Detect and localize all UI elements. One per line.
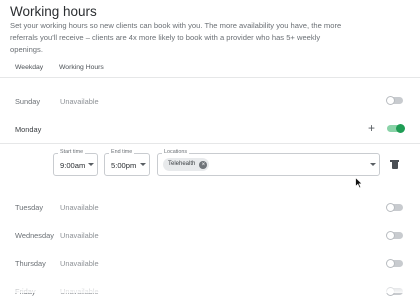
end-time-value: 5:00pm (111, 161, 137, 170)
start-time-value: 9:00am (60, 161, 86, 170)
day-label-thursday: Thursday (15, 259, 46, 268)
status-wednesday: Unavailable (60, 231, 99, 240)
status-tuesday: Unavailable (60, 203, 99, 212)
toggle-thursday[interactable] (386, 258, 403, 268)
day-label-wednesday: Wednesday (15, 231, 54, 240)
end-time-select[interactable]: End time 5:00pm (104, 149, 150, 176)
day-label-sunday: Sunday (15, 97, 41, 106)
monday-divider (0, 143, 420, 144)
locations-label: Locations (162, 149, 190, 155)
status-sunday: Unavailable (60, 97, 99, 106)
toggle-tuesday[interactable] (386, 202, 403, 212)
end-time-label: End time (109, 149, 135, 155)
toggle-sunday[interactable] (386, 95, 403, 105)
location-chip-telehealth[interactable]: Telehealth × (163, 158, 210, 171)
start-time-select[interactable]: Start time 9:00am (53, 149, 98, 176)
close-circle-icon[interactable]: × (199, 160, 208, 169)
toggle-knob (386, 230, 395, 240)
toggle-monday[interactable] (387, 123, 405, 133)
status-thursday: Unavailable (60, 259, 99, 268)
chevron-down-icon (88, 163, 94, 166)
mouse-cursor-icon (355, 177, 363, 189)
toggle-knob (396, 123, 405, 133)
chevron-down-icon (140, 163, 146, 166)
header-divider (0, 77, 420, 78)
column-header-working-hours: Working Hours (59, 64, 104, 71)
trash-body (391, 162, 398, 169)
plus-icon[interactable]: + (368, 122, 375, 134)
toggle-wednesday[interactable] (386, 230, 403, 240)
chevron-down-icon (370, 163, 376, 166)
toggle-knob (386, 202, 395, 212)
page-title: Working hours (10, 4, 97, 19)
locations-select[interactable]: Locations Telehealth × (157, 149, 380, 176)
column-header-weekday: Weekday (15, 64, 44, 71)
trash-icon[interactable] (390, 160, 399, 169)
page-description: Set your working hours so new clients ca… (10, 21, 342, 55)
bottom-fade (0, 281, 420, 293)
start-time-label: Start time (58, 149, 86, 155)
location-chip-label: Telehealth (168, 161, 196, 167)
day-label-tuesday: Tuesday (15, 203, 44, 212)
day-label-monday: Monday (15, 125, 42, 134)
toggle-knob (386, 258, 395, 268)
toggle-knob (386, 95, 395, 105)
